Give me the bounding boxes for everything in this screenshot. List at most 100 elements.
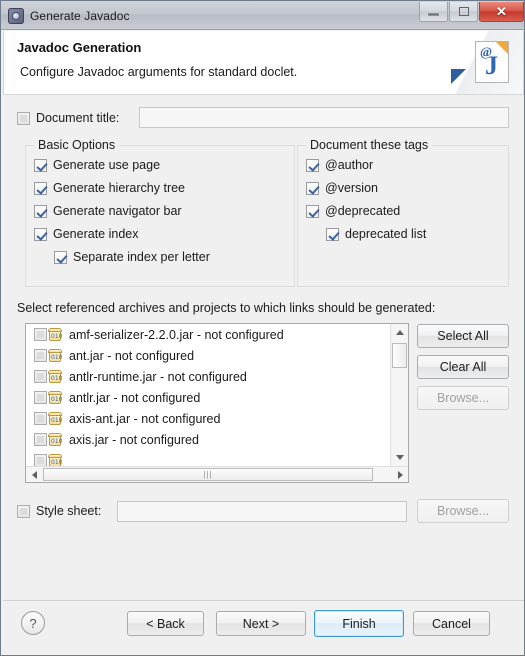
list-item-label: axis-ant.jar - not configured [69, 411, 221, 426]
window-title: Generate Javadoc [30, 9, 130, 23]
list-item[interactable]: 010 ant.jar - not configured [26, 345, 390, 366]
style-sheet-checkbox[interactable] [17, 504, 30, 518]
document-title-label: Document title: [36, 111, 120, 125]
browse-style-sheet-button[interactable]: Browse... [417, 499, 509, 523]
checkbox-generate-use-page[interactable]: Generate use page [34, 158, 160, 172]
list-item-checkbox[interactable] [34, 370, 47, 383]
jar-icon: 010 [47, 369, 63, 384]
wizard-header: Javadoc Generation Configure Javadoc arg… [3, 31, 524, 95]
document-title-checkbox[interactable] [17, 111, 30, 125]
document-tags-title: Document these tags [306, 138, 433, 152]
checkbox-icon[interactable] [34, 158, 47, 172]
list-item-checkbox[interactable] [34, 412, 47, 425]
scroll-up-button[interactable] [391, 324, 408, 341]
checkbox-label: Generate navigator bar [53, 204, 182, 218]
checkbox-icon[interactable] [54, 250, 67, 264]
document-title-input[interactable] [139, 107, 509, 128]
list-item-checkbox[interactable] [34, 454, 47, 466]
scroll-right-button[interactable] [392, 467, 408, 482]
checkbox-icon[interactable] [326, 227, 339, 241]
next-button[interactable]: Next > [216, 611, 306, 636]
checkbox-icon[interactable] [306, 204, 319, 218]
list-item[interactable]: 010 axis.jar - not configured [26, 429, 390, 450]
checkbox-separate-index-per-letter[interactable]: Separate index per letter [54, 250, 210, 264]
style-sheet-row: Style sheet: Browse... [17, 499, 509, 523]
jar-icon: 010 [47, 390, 63, 405]
list-item-label: antlr-runtime.jar - not configured [69, 369, 247, 384]
window-controls: ✕ [418, 2, 524, 22]
list-vertical-scrollbar[interactable] [390, 324, 408, 466]
list-item-checkbox[interactable] [34, 328, 47, 341]
minimize-icon [428, 13, 439, 16]
checkbox-generate-hierarchy-tree[interactable]: Generate hierarchy tree [34, 181, 185, 195]
chevron-up-icon [395, 330, 404, 335]
list-item-checkbox[interactable] [34, 433, 47, 446]
checkbox-author-tag[interactable]: @author [306, 158, 373, 172]
checkbox-label: @author [325, 158, 374, 172]
style-sheet-checkbox-group[interactable]: Style sheet: [17, 504, 101, 518]
close-button[interactable]: ✕ [479, 2, 524, 22]
checkbox-label: @version [325, 181, 378, 195]
clear-all-button[interactable]: Clear All [417, 355, 509, 379]
checkbox-generate-navigator-bar[interactable]: Generate navigator bar [34, 204, 182, 218]
list-item[interactable]: 010 amf-serializer-2.2.0.jar - not confi… [26, 324, 390, 345]
list-item-label: axis.jar - not configured [69, 432, 199, 447]
page-description: Configure Javadoc arguments for standard… [20, 65, 298, 79]
cancel-button[interactable]: Cancel [413, 611, 490, 636]
maximize-icon [458, 7, 469, 16]
checkbox-icon[interactable] [34, 181, 47, 195]
jar-icon: 010 [47, 411, 63, 426]
list-item[interactable]: 010 [26, 450, 390, 466]
scroll-left-button[interactable] [26, 467, 42, 482]
select-all-button[interactable]: Select All [417, 324, 509, 348]
checkbox-icon[interactable] [34, 227, 47, 241]
checkbox-label: Separate index per letter [73, 250, 210, 264]
checkbox-version-tag[interactable]: @version [306, 181, 378, 195]
maximize-button[interactable] [449, 2, 478, 22]
checkbox-icon[interactable] [306, 181, 319, 195]
checkbox-label: deprecated list [345, 227, 427, 241]
list-item-label: amf-serializer-2.2.0.jar - not configure… [69, 327, 284, 342]
close-icon: ✕ [496, 4, 507, 19]
checkbox-label: Generate index [53, 227, 139, 241]
chevron-right-icon [397, 470, 403, 479]
checkbox-deprecated-list[interactable]: deprecated list [326, 227, 426, 241]
list-item-label: antlr.jar - not configured [69, 390, 201, 405]
dialog-body: Document title: Basic Options Generate u… [3, 95, 524, 600]
jar-icon: 010 [47, 348, 63, 363]
scroll-down-button[interactable] [391, 449, 408, 466]
title-bar[interactable]: Generate Javadoc ✕ [1, 1, 524, 30]
style-sheet-label: Style sheet: [36, 504, 102, 518]
jar-icon: 010 [47, 432, 63, 447]
list-item-checkbox[interactable] [34, 349, 47, 362]
referenced-archives-list[interactable]: 010 amf-serializer-2.2.0.jar - not confi… [25, 323, 409, 483]
referenced-archives-label: Select referenced archives and projects … [17, 301, 436, 315]
page-title: Javadoc Generation [17, 40, 142, 55]
list-item[interactable]: 010 axis-ant.jar - not configured [26, 408, 390, 429]
javadoc-page-icon: @ J [475, 41, 509, 83]
list-viewport: 010 amf-serializer-2.2.0.jar - not confi… [26, 324, 390, 466]
checkbox-icon[interactable] [306, 158, 319, 172]
checkbox-generate-index[interactable]: Generate index [34, 227, 138, 241]
style-sheet-input[interactable] [117, 501, 407, 522]
chevron-left-icon [31, 470, 37, 479]
vertical-scroll-thumb[interactable] [392, 343, 407, 368]
help-icon[interactable]: ? [21, 611, 45, 635]
checkbox-label: Generate use page [53, 158, 161, 172]
checkbox-icon[interactable] [34, 204, 47, 218]
back-button[interactable]: < Back [127, 611, 204, 636]
horizontal-scroll-thumb[interactable]: ||| [43, 468, 373, 481]
list-item[interactable]: 010 antlr-runtime.jar - not configured [26, 366, 390, 387]
minimize-button[interactable] [419, 2, 448, 22]
browse-archives-button[interactable]: Browse... [417, 386, 509, 410]
checkbox-label: Generate hierarchy tree [53, 181, 186, 195]
list-item-checkbox[interactable] [34, 391, 47, 404]
list-item[interactable]: 010 antlr.jar - not configured [26, 387, 390, 408]
checkbox-deprecated-tag[interactable]: @deprecated [306, 204, 400, 218]
list-horizontal-scrollbar[interactable]: ||| [26, 466, 408, 482]
finish-button[interactable]: Finish [314, 610, 404, 637]
header-arrow-icon [451, 69, 466, 84]
gear-icon [8, 8, 24, 24]
scroll-grip-icon: ||| [203, 470, 213, 479]
list-item-label: ant.jar - not configured [69, 348, 195, 363]
